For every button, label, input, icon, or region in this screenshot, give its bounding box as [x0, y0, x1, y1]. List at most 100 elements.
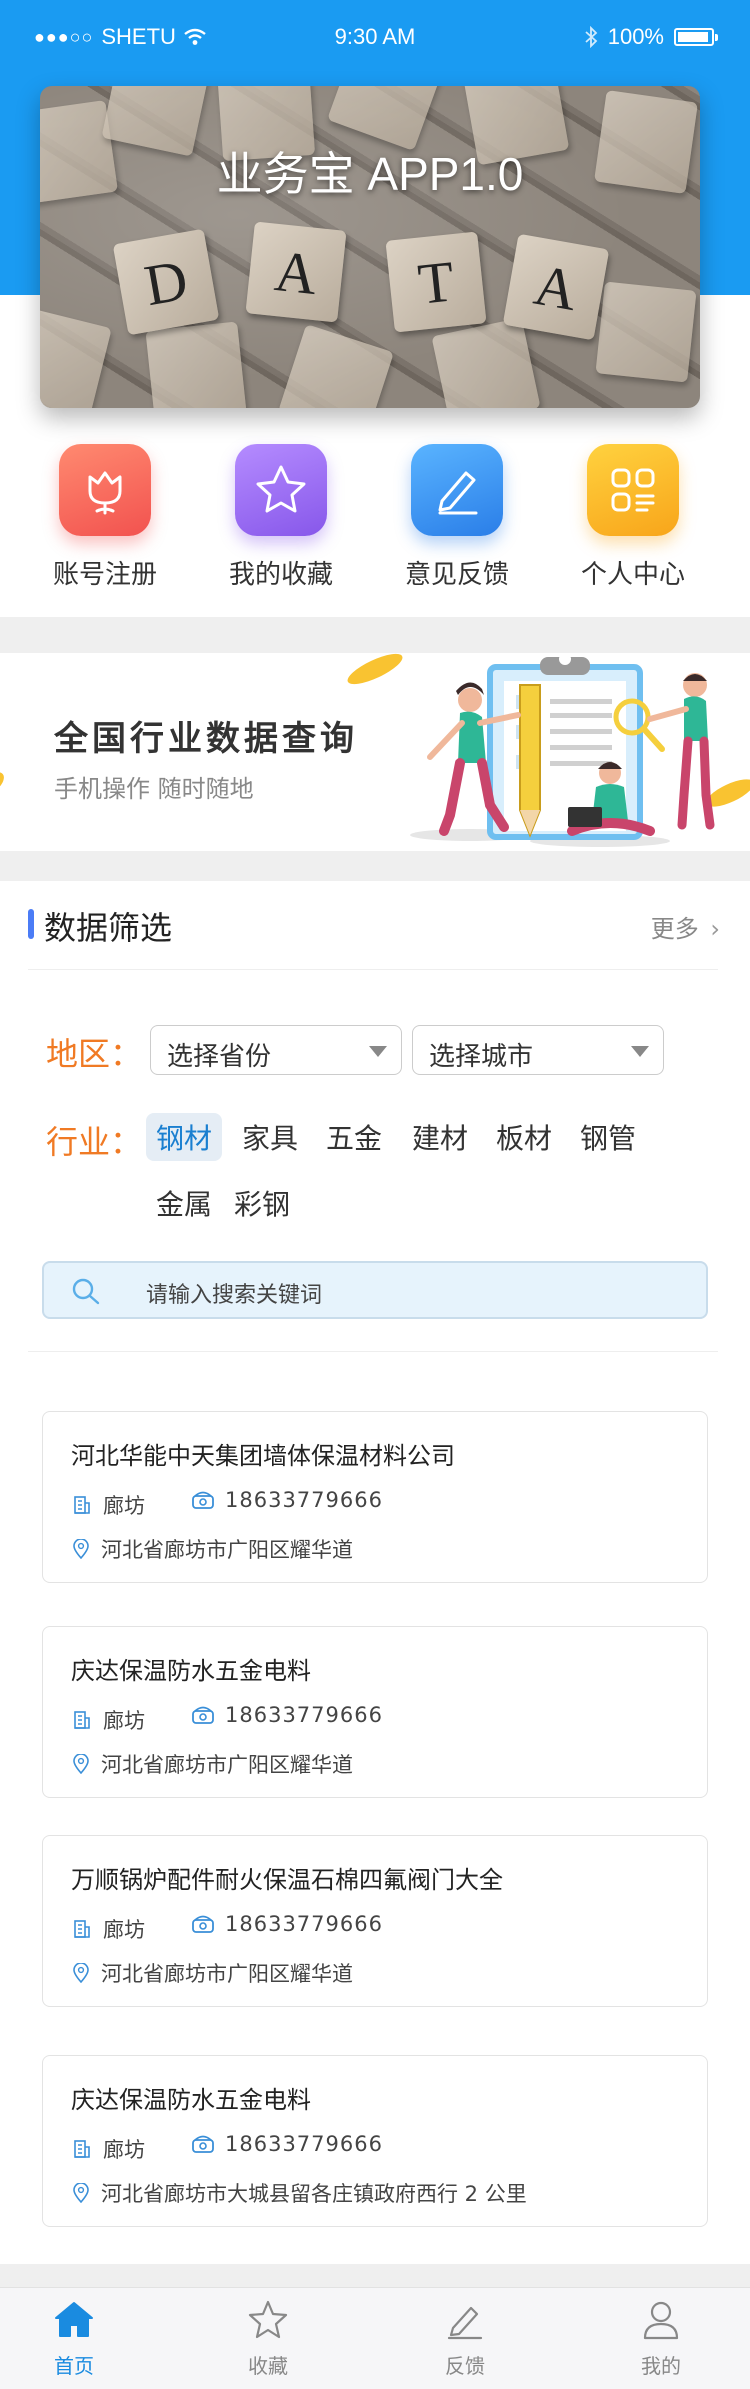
nav-label: 我的收藏 — [228, 560, 333, 590]
tile-letter-t: T — [385, 231, 487, 333]
company-card[interactable]: 万顺锅炉配件耐火保温石棉四氟阀门大全 廊坊 18633779666 河北省廊坊市… — [42, 1835, 708, 2007]
status-right: 100% — [584, 24, 718, 50]
company-card[interactable]: 庆达保温防水五金电料 廊坊 18633779666 河北省廊坊市大城县留各庄镇政… — [42, 2055, 708, 2227]
company-address: 河北省廊坊市广阳区耀华道 — [73, 1534, 353, 1564]
industry-chip-building-materials[interactable]: 建材 — [402, 1113, 478, 1161]
tab-label: 首页 — [54, 2354, 94, 2378]
company-card[interactable]: 庆达保温防水五金电料 廊坊 18633779666 河北省廊坊市广阳区耀华道 — [42, 1626, 708, 1798]
company-phone[interactable]: 18633779666 — [191, 1912, 383, 1936]
promo-title: 全国行业数据查询 — [54, 719, 358, 759]
tab-label: 反馈 — [445, 2354, 485, 2378]
company-phone[interactable]: 18633779666 — [191, 1703, 383, 1727]
location-pin-icon — [73, 1963, 89, 1983]
address-text: 河北省廊坊市大城县留各庄镇政府西行 2 公里 — [101, 2182, 527, 2206]
phone-text: 18633779666 — [225, 1488, 383, 1512]
bottom-tab-bar: 首页 收藏 反馈 我的 — [0, 2287, 750, 2389]
nav-my-favorites[interactable]: 我的收藏 — [193, 440, 369, 591]
tile-letter-d: D — [112, 228, 220, 336]
company-card[interactable]: 河北华能中天集团墙体保温材料公司 廊坊 18633779666 河北省廊坊市广阳… — [42, 1411, 708, 1583]
city-select[interactable]: 选择城市 — [412, 1025, 664, 1075]
star-icon — [235, 444, 327, 536]
company-address: 河北省廊坊市广阳区耀华道 — [73, 1958, 353, 1988]
phone-icon — [192, 2135, 214, 2153]
user-icon — [643, 2301, 679, 2340]
nav-label: 账号注册 — [52, 560, 157, 590]
tab-feedback[interactable]: 反馈 — [405, 2298, 525, 2379]
pencil-icon — [411, 444, 503, 536]
hero-banner[interactable]: D A T A 业务宝 APP1.0 — [40, 86, 700, 408]
company-phone[interactable]: 18633779666 — [191, 1488, 383, 1512]
city-text: 廊坊 — [103, 1918, 145, 1942]
chevron-right-icon: › — [710, 915, 720, 943]
city-select-value: 选择城市 — [429, 1042, 534, 1072]
region-label: 地区： — [46, 1035, 143, 1073]
search-input[interactable]: 请输入搜索关键词 — [146, 1277, 322, 1309]
phone-text: 18633779666 — [225, 2132, 383, 2156]
tab-label: 我的 — [641, 2354, 681, 2378]
building-icon — [74, 1920, 90, 1938]
company-city: 廊坊 — [73, 1490, 145, 1520]
status-bar: ●●●○○ SHETU 9:30 AM 100% — [0, 0, 750, 76]
section-title: 数据筛选 — [44, 909, 173, 947]
location-pin-icon — [73, 1754, 89, 1774]
scrabble-tile — [145, 321, 247, 408]
industry-chip-metal[interactable]: 金属 — [146, 1179, 222, 1227]
address-text: 河北省廊坊市广阳区耀华道 — [101, 1962, 353, 1986]
search-icon — [72, 1278, 100, 1305]
people-clipboard-illustration — [410, 653, 715, 847]
decor-coin-left — [0, 772, 4, 794]
company-name: 河北华能中天集团墙体保温材料公司 — [71, 1442, 455, 1470]
location-pin-icon — [73, 2183, 89, 2203]
scrabble-tile — [431, 317, 541, 408]
scrabble-tile — [40, 306, 112, 408]
company-city: 廊坊 — [73, 1705, 145, 1735]
company-name: 庆达保温防水五金电料 — [71, 2086, 311, 2114]
scrabble-tile — [595, 281, 697, 383]
tab-favorites[interactable]: 收藏 — [208, 2298, 328, 2379]
province-select[interactable]: 选择省份 — [150, 1025, 402, 1075]
nav-label: 意见反馈 — [404, 560, 509, 590]
location-pin-icon — [73, 1539, 89, 1559]
tile-letter-a: A — [245, 221, 347, 323]
nav-personal-center[interactable]: 个人中心 — [545, 440, 721, 591]
tab-home[interactable]: 首页 — [14, 2298, 134, 2379]
battery-percent: 100% — [607, 24, 664, 49]
nav-account-register[interactable]: 账号注册 — [17, 440, 193, 591]
industry-chip-color-steel[interactable]: 彩钢 — [224, 1179, 300, 1227]
data-filter-section: 数据筛选 更多 › 地区： 选择省份 选择城市 行业： 钢材 家具 五金 建材 … — [0, 881, 750, 2264]
company-name: 万顺锅炉配件耐火保温石棉四氟阀门大全 — [71, 1866, 503, 1894]
edit-icon — [447, 2306, 483, 2340]
divider — [28, 1351, 718, 1352]
section-header: 数据筛选 更多 › — [0, 881, 750, 969]
company-city: 廊坊 — [73, 1914, 145, 1944]
address-text: 河北省廊坊市广阳区耀华道 — [101, 1753, 353, 1777]
industry-label: 行业： — [46, 1123, 143, 1161]
tile-letter-a: A — [502, 233, 610, 341]
industry-chip-furniture[interactable]: 家具 — [232, 1113, 308, 1161]
city-text: 廊坊 — [103, 2138, 145, 2162]
scrabble-tile — [278, 324, 394, 408]
more-link[interactable]: 更多 › — [651, 909, 720, 944]
more-label: 更多 — [650, 915, 699, 943]
company-address: 河北省廊坊市广阳区耀华道 — [73, 1749, 353, 1779]
nav-feedback[interactable]: 意见反馈 — [369, 440, 545, 591]
nav-label: 个人中心 — [580, 560, 685, 590]
city-text: 廊坊 — [103, 1494, 145, 1518]
chevron-down-icon — [369, 1046, 387, 1057]
building-icon — [74, 1711, 90, 1729]
phone-icon — [192, 1491, 214, 1509]
section-accent-bar — [28, 909, 34, 939]
tab-profile[interactable]: 我的 — [601, 2298, 721, 2379]
industry-chip-steel-pipe[interactable]: 钢管 — [570, 1113, 646, 1161]
battery-icon — [674, 28, 718, 46]
industry-chip-hardware[interactable]: 五金 — [316, 1113, 392, 1161]
search-bar[interactable]: 请输入搜索关键词 — [42, 1261, 708, 1319]
apps-icon — [587, 444, 679, 536]
quick-nav: 账号注册 我的收藏 意见反馈 个人中心 — [0, 440, 750, 600]
building-icon — [74, 2140, 90, 2158]
tulip-icon — [59, 444, 151, 536]
company-phone[interactable]: 18633779666 — [191, 2132, 383, 2156]
promo-banner[interactable]: 全国行业数据查询 手机操作 随时随地 — [0, 653, 750, 851]
industry-chip-boards[interactable]: 板材 — [486, 1113, 562, 1161]
industry-chip-steel[interactable]: 钢材 — [146, 1113, 223, 1161]
